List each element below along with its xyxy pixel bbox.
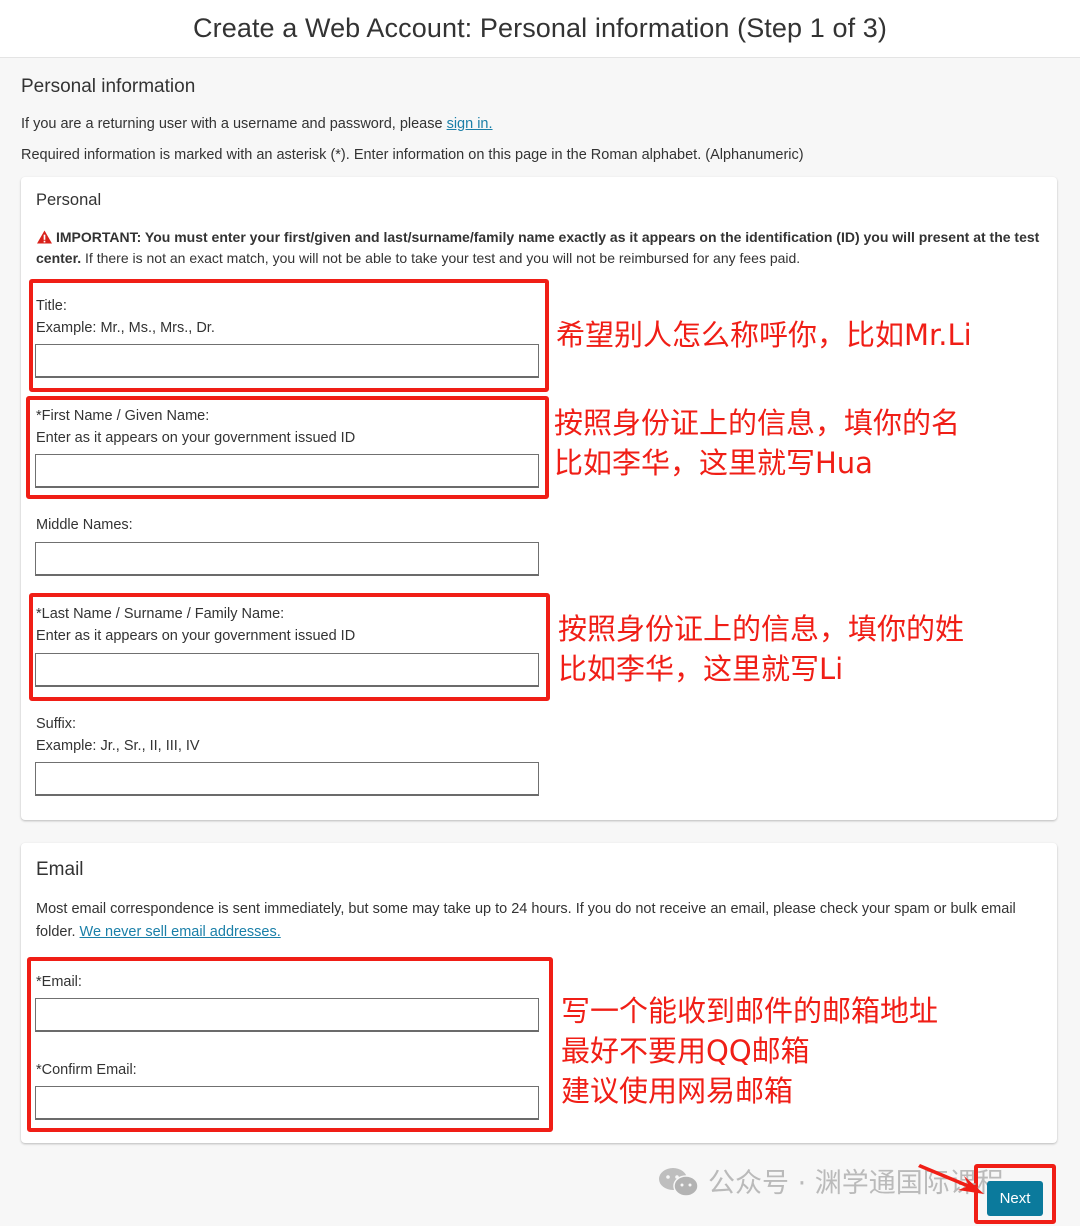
middle-names-input[interactable]	[35, 542, 539, 576]
annotation-email-note-3: 建议使用网易邮箱	[561, 1074, 794, 1108]
suffix-hint: Example: Jr., Sr., II, III, IV	[36, 738, 200, 754]
suffix-input[interactable]	[35, 762, 539, 796]
warning-icon	[37, 230, 52, 244]
annotation-arrow-icon	[918, 1164, 984, 1194]
annotation-first-note-1: 按照身份证上的信息，填你的名	[554, 406, 961, 440]
middle-names-label: Middle Names:	[36, 517, 133, 533]
annotation-email-note-2: 最好不要用QQ邮箱	[561, 1034, 810, 1068]
annotation-box-last-name	[29, 593, 550, 701]
section-title: Personal information	[21, 76, 196, 97]
page-title: Create a Web Account: Personal informati…	[193, 13, 887, 43]
annotation-email-note-1: 写一个能收到邮件的邮箱地址	[561, 994, 939, 1028]
important-notice: IMPORTANT: You must enter your first/giv…	[36, 227, 1046, 269]
annotation-first-note-2: 比如李华，这里就写Hua	[554, 446, 873, 480]
suffix-label: Suffix:	[36, 716, 77, 732]
returning-user-text: If you are a returning user with a usern…	[21, 116, 493, 132]
important-rest-text: If there is not an exact match, you will…	[81, 250, 801, 266]
annotation-box-email	[27, 957, 553, 1132]
email-description: Most email correspondence is sent immedi…	[36, 898, 1026, 944]
never-sell-link[interactable]: We never sell email addresses.	[80, 924, 281, 940]
personal-card-title: Personal	[36, 191, 102, 209]
returning-user-label: If you are a returning user with a usern…	[21, 116, 447, 132]
required-info-text: Required information is marked with an a…	[21, 147, 804, 163]
sign-in-link[interactable]: sign in.	[447, 116, 493, 132]
annotation-last-note-2: 比如李华，这里就写Li	[558, 652, 844, 686]
next-button[interactable]: Next	[987, 1181, 1043, 1216]
annotation-title-note: 希望别人怎么称呼你，比如Mr.Li	[556, 318, 972, 352]
wechat-icon	[659, 1168, 699, 1197]
page-header: Create a Web Account: Personal informati…	[0, 0, 1080, 58]
annotation-last-note-1: 按照身份证上的信息，填你的姓	[558, 612, 965, 646]
annotation-box-first-name	[26, 396, 549, 499]
annotation-box-title	[29, 279, 549, 392]
email-card-title: Email	[36, 859, 84, 880]
